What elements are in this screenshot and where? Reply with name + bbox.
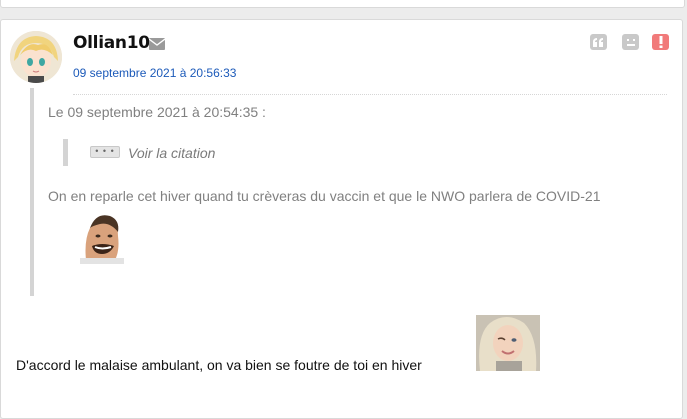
post-date[interactable]: 09 septembre 2021 à 20:56:33: [73, 66, 236, 80]
avatar[interactable]: [10, 31, 62, 83]
quote-header: Le 09 septembre 2021 à 20:54:35 :: [48, 104, 266, 120]
sad-face-icon[interactable]: [622, 34, 639, 50]
author-name[interactable]: Ollian10: [73, 33, 150, 53]
blockquote-bar: [30, 88, 34, 296]
expand-quote-button[interactable]: • • •: [90, 146, 120, 158]
laughing-man-sticker: [80, 210, 124, 264]
header-divider: [73, 94, 667, 95]
view-quote-link[interactable]: Voir la citation: [128, 145, 215, 161]
winking-woman-sticker: [476, 315, 540, 371]
post-body-text: D'accord le malaise ambulant, on va bien…: [16, 357, 422, 373]
alert-icon[interactable]: [652, 34, 669, 50]
quote-icon[interactable]: [590, 34, 607, 50]
nested-quote-bar: [63, 139, 68, 166]
previous-post-edge: [0, 0, 685, 8]
envelope-icon[interactable]: [149, 38, 165, 50]
quote-text: On en reparle cet hiver quand tu crèvera…: [48, 188, 601, 204]
